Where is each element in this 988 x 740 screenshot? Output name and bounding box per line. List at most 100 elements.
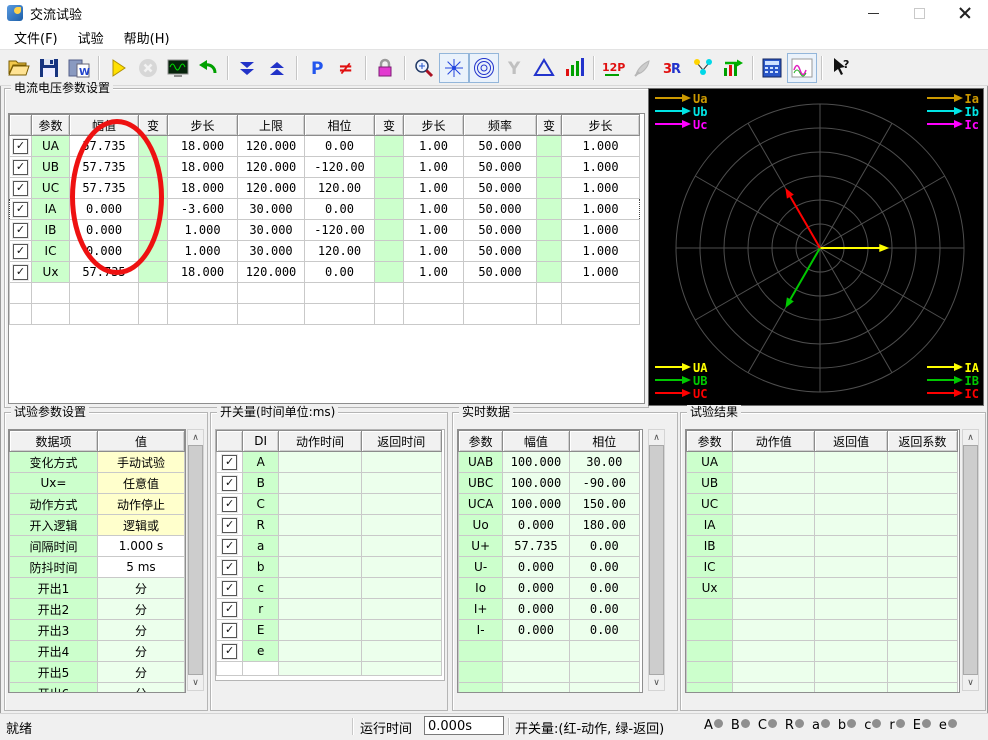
lock-button[interactable]	[370, 53, 400, 83]
grid-cell[interactable]: 1.000	[562, 262, 640, 283]
grid-cell[interactable]: -120.00	[305, 220, 375, 241]
step-up-button[interactable]	[262, 53, 292, 83]
minimize-button[interactable]	[850, 0, 896, 26]
grid-cell[interactable]: 1.000	[562, 136, 640, 157]
grid-cell[interactable]: 18.000	[168, 157, 238, 178]
unbalance-button[interactable]: ≠	[331, 53, 361, 83]
polar-view-button[interactable]	[469, 53, 499, 83]
grid-cell[interactable]: 50.000	[464, 157, 537, 178]
zoom-button[interactable]	[409, 53, 439, 83]
scroll-up-icon[interactable]: ∧	[649, 430, 664, 445]
di-checkbox-E[interactable]: ✓	[222, 623, 237, 638]
scroll-down-icon[interactable]: ∨	[963, 675, 978, 690]
realtime-scrollbar[interactable]: ∧ ∨	[648, 429, 665, 691]
grid-cell[interactable]	[375, 241, 404, 262]
test-params-scrollbar[interactable]: ∧ ∨	[187, 429, 204, 691]
di-checkbox-C[interactable]: ✓	[222, 497, 237, 512]
phase-button[interactable]: P	[301, 53, 331, 83]
grid-cell[interactable]: 0.00	[305, 136, 375, 157]
results-scrollbar[interactable]: ∧ ∨	[962, 429, 979, 691]
di-checkbox-A[interactable]: ✓	[222, 455, 237, 470]
wye-connection-button[interactable]: Y	[499, 53, 529, 83]
export-report-button[interactable]: W	[64, 53, 94, 83]
close-button[interactable]	[942, 0, 988, 26]
menu-file[interactable]: 文件(F)	[4, 25, 68, 50]
grid-cell[interactable]: 1.00	[404, 136, 464, 157]
grid-cell[interactable]: 120.000	[238, 157, 305, 178]
scroll-up-icon[interactable]: ∧	[963, 430, 978, 445]
grid-cell[interactable]	[375, 157, 404, 178]
row-checkbox-IB[interactable]: ✓	[13, 223, 28, 238]
di-checkbox-r[interactable]: ✓	[222, 602, 237, 617]
grid-cell[interactable]: 30.000	[238, 220, 305, 241]
grid-cell[interactable]: 1.00	[404, 199, 464, 220]
save-button[interactable]	[34, 53, 64, 83]
grid-cell[interactable]: 1.000	[562, 178, 640, 199]
di-checkbox-a[interactable]: ✓	[222, 539, 237, 554]
grid-cell[interactable]: 120.00	[305, 241, 375, 262]
scroll-down-icon[interactable]: ∨	[188, 675, 203, 690]
grid-cell[interactable]: 120.000	[238, 136, 305, 157]
help-button[interactable]: ?	[826, 53, 856, 83]
bar-chart-button[interactable]	[559, 53, 589, 83]
scroll-thumb[interactable]	[188, 445, 203, 675]
molecule-button[interactable]	[688, 53, 718, 83]
grid-cell[interactable]: 50.000	[464, 136, 537, 157]
scroll-down-icon[interactable]: ∨	[649, 675, 664, 690]
maximize-button[interactable]	[896, 0, 942, 26]
di-checkbox-e[interactable]: ✓	[222, 644, 237, 659]
row-checkbox-UA[interactable]: ✓	[13, 139, 28, 154]
scroll-thumb[interactable]	[649, 445, 664, 675]
menu-help[interactable]: 帮助(H)	[114, 25, 180, 50]
grid-cell[interactable]	[375, 136, 404, 157]
grid-cell[interactable]: 1.000	[168, 241, 238, 262]
grid-cell[interactable]: 50.000	[464, 262, 537, 283]
waveform-button[interactable]	[787, 53, 817, 83]
scroll-thumb[interactable]	[963, 445, 978, 675]
delta-connection-button[interactable]	[529, 53, 559, 83]
grid-cell[interactable]: 50.000	[464, 178, 537, 199]
grid-cell[interactable]	[375, 178, 404, 199]
grid-cell[interactable]	[537, 199, 562, 220]
tp-value[interactable]: 分	[98, 578, 185, 599]
tp-value[interactable]: 动作停止	[98, 494, 185, 515]
start-test-button[interactable]	[103, 53, 133, 83]
grid-cell[interactable]	[537, 157, 562, 178]
menu-test[interactable]: 试验	[68, 25, 114, 50]
grid-cell[interactable]	[375, 262, 404, 283]
grid-cell[interactable]	[537, 220, 562, 241]
tp-value[interactable]: 分	[98, 683, 185, 694]
calculator-button[interactable]	[757, 53, 787, 83]
di-checkbox-c[interactable]: ✓	[222, 581, 237, 596]
tp-value[interactable]: 逻辑或	[98, 515, 185, 536]
grid-cell[interactable]	[537, 241, 562, 262]
grid-cell[interactable]: 30.000	[238, 199, 305, 220]
grid-cell[interactable]	[139, 262, 168, 283]
grid-cell[interactable]	[375, 220, 404, 241]
step-down-button[interactable]	[232, 53, 262, 83]
grid-cell[interactable]: 18.000	[168, 178, 238, 199]
grid-cell[interactable]: 50.000	[464, 241, 537, 262]
di-checkbox-R[interactable]: ✓	[222, 518, 237, 533]
grid-cell[interactable]: 0.00	[305, 262, 375, 283]
row-checkbox-Ux[interactable]: ✓	[13, 265, 28, 280]
row-checkbox-IC[interactable]: ✓	[13, 244, 28, 259]
wave-display-button[interactable]	[163, 53, 193, 83]
grid-cell[interactable]: 1.00	[404, 157, 464, 178]
grid-cell[interactable]: 1.00	[404, 262, 464, 283]
grid-cell[interactable]: 18.000	[168, 262, 238, 283]
grid-cell[interactable]: 0.00	[305, 199, 375, 220]
grid-cell[interactable]: 120.00	[305, 178, 375, 199]
stop-test-button[interactable]	[133, 53, 163, 83]
grid-cell[interactable]: 1.000	[168, 220, 238, 241]
tp-value[interactable]: 5 ms	[98, 557, 185, 578]
grid-cell[interactable]: 1.00	[404, 241, 464, 262]
grid-cell[interactable]: 1.000	[562, 241, 640, 262]
tp-value[interactable]: 分	[98, 662, 185, 683]
open-file-button[interactable]	[4, 53, 34, 83]
grid-cell[interactable]: 120.000	[238, 178, 305, 199]
grid-cell[interactable]: 1.000	[562, 199, 640, 220]
grid-cell[interactable]: 1.000	[562, 157, 640, 178]
di-checkbox-B[interactable]: ✓	[222, 476, 237, 491]
tp-value[interactable]: 分	[98, 641, 185, 662]
